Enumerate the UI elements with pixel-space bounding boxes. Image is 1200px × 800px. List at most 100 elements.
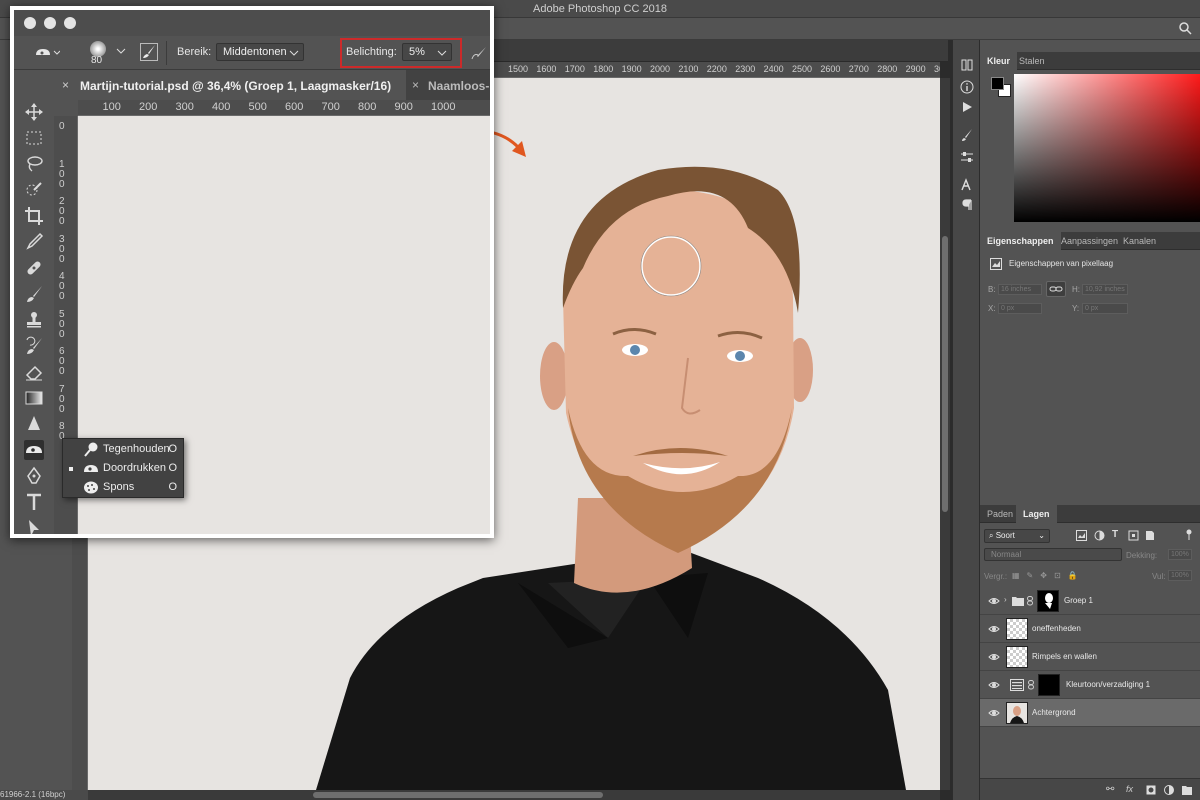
eraser-tool-icon[interactable] bbox=[24, 362, 44, 382]
ruler-tick-label: 2100 bbox=[678, 64, 699, 74]
close-tab-icon[interactable]: × bbox=[62, 78, 69, 92]
paragraph-icon[interactable] bbox=[960, 198, 974, 212]
chevron-right-icon[interactable]: › bbox=[1004, 595, 1007, 604]
range-dropdown[interactable]: Middentonen bbox=[216, 43, 304, 61]
search-icon[interactable] bbox=[1178, 21, 1192, 35]
close-window-button[interactable] bbox=[24, 17, 36, 29]
tab-paden[interactable]: Paden bbox=[980, 505, 1020, 523]
new-adjustment-icon[interactable] bbox=[1164, 785, 1174, 795]
tab-other-document[interactable]: × Naamloos- bbox=[406, 70, 490, 100]
layer-thumbnail[interactable] bbox=[1006, 618, 1028, 640]
tab-eigenschappen[interactable]: Eigenschappen bbox=[980, 232, 1061, 250]
info-icon[interactable] bbox=[960, 80, 974, 94]
filter-shape-icon[interactable] bbox=[1128, 530, 1139, 541]
character-icon[interactable] bbox=[960, 178, 974, 192]
exposure-field[interactable]: 5% bbox=[402, 43, 452, 61]
blur-tool-icon[interactable] bbox=[24, 414, 44, 434]
layer-mask-thumbnail[interactable] bbox=[1037, 590, 1059, 612]
width-field[interactable]: 16 inches bbox=[998, 284, 1042, 295]
zoom-window-button[interactable] bbox=[64, 17, 76, 29]
tab-kanalen[interactable]: Kanalen bbox=[1116, 232, 1163, 250]
layer-filter-dropdown[interactable]: ⌕ Soort ⌄ bbox=[984, 529, 1050, 543]
eye-icon[interactable] bbox=[988, 595, 1000, 607]
flyout-item-tegenhouden[interactable]: Tegenhouden O bbox=[63, 440, 183, 459]
flyout-item-spons[interactable]: Spons O bbox=[63, 478, 183, 497]
burn-tool-preset-icon[interactable] bbox=[34, 45, 60, 61]
horizontal-scroll-thumb[interactable] bbox=[313, 792, 603, 798]
layer-row-achtergrond[interactable]: Achtergrond bbox=[980, 699, 1200, 727]
y-field[interactable]: 0 px bbox=[1082, 303, 1128, 314]
height-field[interactable]: 10,92 inches bbox=[1082, 284, 1128, 295]
tab-stalen[interactable]: Stalen bbox=[1012, 52, 1052, 70]
new-group-icon[interactable] bbox=[1182, 785, 1192, 795]
layer-thumbnail[interactable] bbox=[1006, 646, 1028, 668]
layer-mask-thumbnail[interactable] bbox=[1038, 674, 1060, 696]
exposure-label: Belichting: bbox=[346, 46, 397, 58]
filter-type-icon[interactable]: T bbox=[1112, 529, 1118, 540]
marquee-tool-icon[interactable] bbox=[24, 128, 44, 148]
lock-icons[interactable]: ▦✎✥⊡🔒 bbox=[1012, 571, 1085, 580]
eye-icon[interactable] bbox=[988, 679, 1000, 691]
vertical-scrollbar[interactable] bbox=[940, 78, 950, 790]
tab-active-document[interactable]: × Martijn-tutorial.psd @ 36,4% (Groep 1,… bbox=[54, 70, 406, 100]
history-icon[interactable] bbox=[960, 58, 974, 72]
eye-icon[interactable] bbox=[988, 623, 1000, 635]
layer-style-icon[interactable]: fx bbox=[1126, 784, 1133, 794]
x-field[interactable]: 0 px bbox=[998, 303, 1042, 314]
filter-smart-object-icon[interactable] bbox=[1144, 530, 1155, 541]
layers-panel-tabs: Paden Lagen bbox=[980, 505, 1200, 523]
airbrush-icon[interactable] bbox=[470, 45, 488, 61]
link-icon[interactable] bbox=[1046, 281, 1066, 297]
foreground-color-swatch[interactable] bbox=[991, 77, 1004, 90]
quick-selection-tool-icon[interactable] bbox=[24, 180, 44, 200]
filter-pixel-icon[interactable] bbox=[1076, 530, 1087, 541]
zoomed-inset: 80 Bereik: Middentonen Belichting: 5% ›› bbox=[10, 6, 494, 538]
crop-tool-icon[interactable] bbox=[24, 206, 44, 226]
horizontal-scrollbar[interactable] bbox=[88, 790, 940, 800]
layer-row-kleurtoon-verzadiging-1[interactable]: Kleurtoon/verzadiging 1 bbox=[980, 671, 1200, 699]
path-selection-tool-icon[interactable] bbox=[24, 518, 44, 534]
layer-row-rimpels-en-wallen[interactable]: Rimpels en wallen bbox=[980, 643, 1200, 671]
layer-row-groep-1[interactable]: › Groep 1 bbox=[980, 587, 1200, 615]
eye-icon[interactable] bbox=[988, 707, 1000, 719]
minimize-window-button[interactable] bbox=[44, 17, 56, 29]
pen-tool-icon[interactable] bbox=[24, 466, 44, 486]
vertical-scroll-thumb[interactable] bbox=[942, 236, 948, 512]
filter-adjustment-icon[interactable] bbox=[1094, 530, 1105, 541]
play-icon[interactable] bbox=[960, 100, 974, 114]
brush-tool-icon[interactable] bbox=[24, 284, 44, 304]
tab-aanpassingen[interactable]: Aanpassingen bbox=[1054, 232, 1125, 250]
eyedropper-tool-icon[interactable] bbox=[24, 232, 44, 252]
flyout-item-doordrukken[interactable]: Doordrukken O bbox=[63, 459, 183, 478]
fill-label: Vul: bbox=[1152, 572, 1166, 581]
brush-settings-icon[interactable] bbox=[960, 128, 974, 142]
layer-thumbnail[interactable] bbox=[1006, 702, 1028, 724]
link-layers-icon[interactable]: ⚯ bbox=[1106, 784, 1114, 795]
gradient-tool-icon[interactable] bbox=[24, 388, 44, 408]
inset-ruler-tick-label: 800 bbox=[358, 101, 377, 113]
eye-icon[interactable] bbox=[988, 651, 1000, 663]
mask-link-icon[interactable] bbox=[1027, 596, 1033, 606]
move-tool-icon[interactable] bbox=[24, 102, 44, 122]
filter-toggle-icon[interactable] bbox=[1185, 529, 1193, 541]
adjust-sliders-icon[interactable] bbox=[960, 150, 974, 164]
lasso-tool-icon[interactable] bbox=[24, 154, 44, 174]
mask-link-icon[interactable] bbox=[1028, 680, 1034, 690]
clone-stamp-tool-icon[interactable] bbox=[24, 310, 44, 330]
chevron-down-icon[interactable] bbox=[116, 46, 126, 56]
pixel-layer-icon bbox=[990, 258, 1002, 270]
history-brush-tool-icon[interactable] bbox=[24, 336, 44, 356]
blend-mode-dropdown[interactable]: Normaal bbox=[984, 548, 1122, 561]
healing-brush-tool-icon[interactable] bbox=[24, 258, 44, 278]
color-picker-field[interactable] bbox=[1014, 74, 1200, 222]
type-tool-icon[interactable] bbox=[24, 492, 44, 512]
tab-lagen[interactable]: Lagen bbox=[1016, 505, 1057, 523]
fill-field[interactable]: 100% bbox=[1168, 570, 1192, 581]
add-mask-icon[interactable] bbox=[1146, 785, 1156, 795]
layer-row-oneffenheden[interactable]: oneffenheden bbox=[980, 615, 1200, 643]
brush-panel-icon[interactable] bbox=[140, 43, 158, 61]
inset-ruler-horizontal[interactable]: 01002003004005006007008009001000 bbox=[78, 100, 490, 116]
opacity-field[interactable]: 100% bbox=[1168, 549, 1192, 560]
close-tab-icon[interactable]: × bbox=[412, 78, 419, 92]
burn-tool-icon[interactable] bbox=[24, 440, 44, 460]
